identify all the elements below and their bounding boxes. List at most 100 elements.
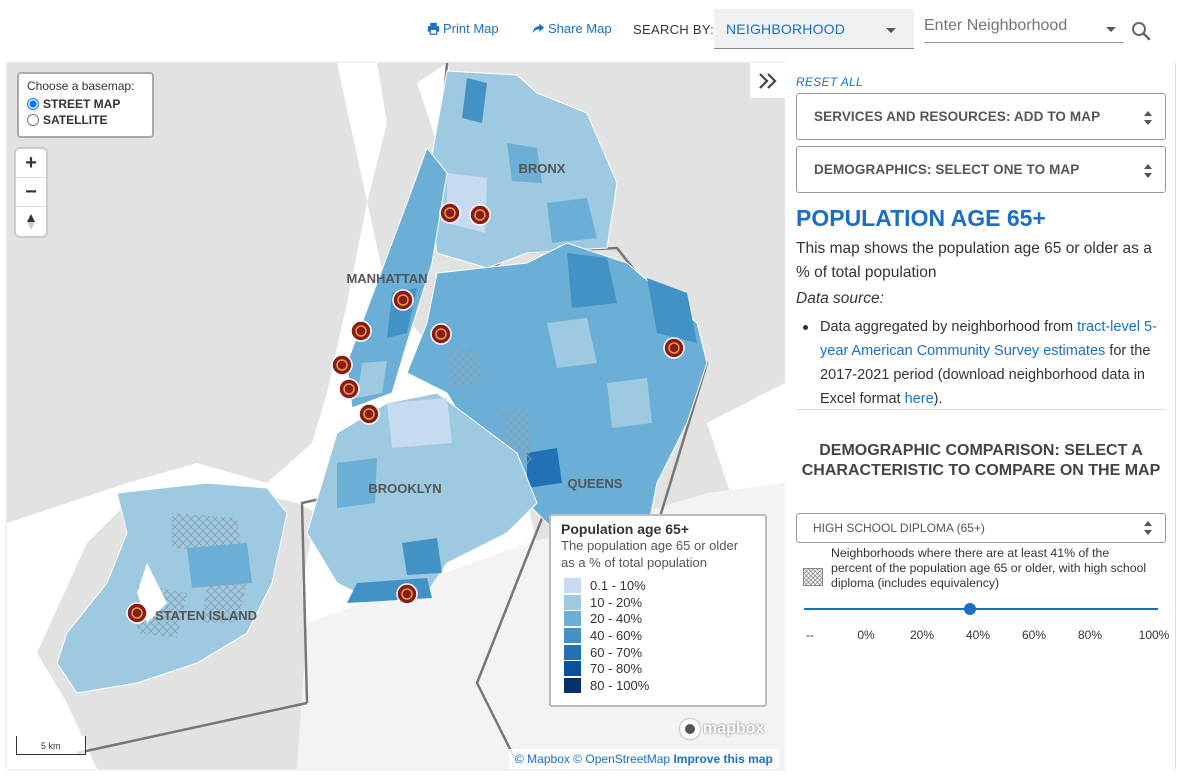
hatch-legend-text: Neighborhoods where there are at least 4… [831, 546, 1147, 590]
expand-panel-button[interactable] [750, 63, 785, 98]
comparison-select-value: HIGH SCHOOL DIPLOMA (65+) [813, 521, 985, 535]
senior-center-marker[interactable] [358, 403, 380, 425]
legend-subtitle: The population age 65 or older as a % of… [561, 538, 739, 570]
side-panel: RESET ALL SERVICES AND RESOURCES: ADD TO… [785, 63, 1176, 769]
zoom-out-button[interactable]: − [16, 178, 46, 207]
legend-row: 80 - 100% [561, 677, 755, 694]
services-select[interactable]: SERVICES AND RESOURCES: ADD TO MAP [796, 93, 1166, 140]
legend-label: 10 - 20% [590, 594, 643, 610]
slider-handle[interactable] [963, 603, 976, 615]
hatch-legend: Neighborhoods where there are at least 4… [803, 546, 1153, 591]
basemap-radio-street[interactable] [27, 98, 39, 110]
neighborhood-dropdown-caret-icon[interactable] [1106, 27, 1116, 32]
slider-tick-label: 100% [1138, 628, 1170, 642]
panel-divider [796, 409, 1166, 410]
search-button[interactable] [1130, 20, 1152, 42]
senior-center-marker[interactable] [430, 323, 452, 345]
compass-icon [27, 213, 35, 230]
scale-label: 5 km [41, 741, 61, 751]
senior-center-marker[interactable] [350, 320, 372, 342]
mapbox-logo[interactable]: mapbox [680, 719, 764, 739]
comparison-select[interactable]: HIGH SCHOOL DIPLOMA (65+) [796, 513, 1166, 543]
demographics-select[interactable]: DEMOGRAPHICS: SELECT ONE TO MAP [796, 146, 1166, 193]
data-source-label: Data source: [796, 290, 884, 307]
legend-swatch [564, 627, 581, 643]
share-map-label: Share Map [548, 21, 612, 36]
scale-bar: 5 km [16, 736, 86, 755]
mapbox-attribution-link[interactable]: © Mapbox [515, 752, 570, 766]
search-by-value: NEIGHBORHOOD [726, 21, 846, 37]
senior-center-marker[interactable] [392, 289, 414, 311]
legend-row: 10 - 20% [561, 594, 755, 611]
slider-tick-label: -- [806, 628, 814, 642]
print-map-link[interactable]: Print Map [427, 21, 499, 36]
senior-center-marker[interactable] [331, 354, 353, 376]
zoom-controls: + − [16, 149, 46, 236]
data-source-item: Data aggregated by neighborhood from tra… [803, 315, 1165, 411]
basemap-title: Choose a basemap: [27, 79, 135, 93]
legend-label: 80 - 100% [590, 677, 650, 693]
double-chevron-right-icon [758, 72, 777, 89]
senior-center-marker[interactable] [663, 337, 685, 359]
select-arrows-icon [1144, 111, 1152, 125]
basemap-option-satellite[interactable]: SATELLITE [27, 112, 144, 128]
map-legend: Population age 65+ The population age 65… [549, 514, 767, 707]
search-by-label: SEARCH BY: [633, 22, 715, 37]
slider-tick-label: 0% [857, 628, 875, 642]
basemap-chooser: Choose a basemap: STREET MAP SATELLITE [17, 72, 154, 138]
legend-row: 40 - 60% [561, 627, 755, 644]
select-arrows-icon [1144, 521, 1152, 535]
print-map-label: Print Map [443, 21, 499, 36]
share-map-link[interactable]: Share Map [532, 21, 612, 36]
legend-label: 60 - 70% [590, 644, 643, 660]
senior-center-marker[interactable] [338, 378, 360, 400]
search-icon [1132, 22, 1151, 41]
share-icon [532, 23, 545, 34]
legend-swatch [564, 577, 581, 593]
select-arrows-icon [1144, 164, 1152, 178]
legend-swatch [564, 594, 581, 610]
slider-tick-label: 20% [909, 628, 935, 642]
basemap-radio-satellite[interactable] [27, 114, 39, 126]
map-attribution: © Mapbox © OpenStreetMap Improve this ma… [509, 749, 779, 769]
panel-title: POPULATION AGE 65+ [796, 205, 1046, 231]
basemap-option-street[interactable]: STREET MAP [27, 96, 144, 112]
legend-title: Population age 65+ [561, 521, 689, 537]
legend-swatch [564, 661, 581, 677]
senior-center-marker[interactable] [439, 202, 461, 224]
map-canvas[interactable]: BRONX MANHATTAN QUEENS BROOKLYN STATEN I… [7, 63, 785, 769]
neighborhood-input-wrapper [924, 9, 1124, 43]
demographics-select-label: DEMOGRAPHICS: SELECT ONE TO MAP [814, 162, 1080, 177]
legend-row: 0.1 - 10% [561, 577, 755, 594]
download-data-link[interactable]: here [905, 391, 934, 407]
mapbox-logo-text: mapbox [703, 720, 765, 737]
dropdown-caret-icon [886, 28, 896, 33]
legend-swatch [564, 611, 581, 627]
compass-button[interactable] [16, 207, 46, 236]
neighborhood-input[interactable] [924, 17, 1094, 35]
slider-tick-label: 40% [965, 628, 991, 642]
senior-center-marker[interactable] [126, 602, 148, 624]
senior-center-marker[interactable] [469, 204, 491, 226]
slider-tick-label: 60% [1021, 628, 1047, 642]
legend-row: 60 - 70% [561, 644, 755, 661]
legend-label: 20 - 40% [590, 611, 643, 627]
legend-row: 70 - 80% [561, 660, 755, 677]
mapbox-logo-icon [680, 719, 700, 739]
legend-rows: 0.1 - 10% 10 - 20% 20 - 40% 40 - 60% 60 - 70… [561, 577, 755, 694]
legend-swatch [564, 677, 581, 693]
legend-label: 40 - 60% [590, 627, 643, 643]
senior-center-marker[interactable] [396, 583, 418, 605]
top-bar: Print Map Share Map SEARCH BY: NEIGHBORH… [0, 0, 1181, 60]
zoom-in-button[interactable]: + [16, 149, 46, 178]
panel-description: This map shows the population age 65 or … [796, 240, 1152, 281]
reset-all-link[interactable]: RESET ALL [796, 75, 863, 89]
search-by-select[interactable]: NEIGHBORHOOD [714, 9, 914, 49]
legend-label: 0.1 - 10% [590, 577, 646, 593]
legend-row: 20 - 40% [561, 610, 755, 627]
threshold-slider[interactable] [804, 603, 1158, 615]
improve-map-link[interactable]: Improve this map [673, 752, 772, 766]
comparison-title: DEMOGRAPHIC COMPARISON: SELECT A CHARACT… [801, 442, 1161, 479]
legend-label: 70 - 80% [590, 661, 643, 677]
osm-attribution-link[interactable]: © OpenStreetMap [573, 752, 670, 766]
